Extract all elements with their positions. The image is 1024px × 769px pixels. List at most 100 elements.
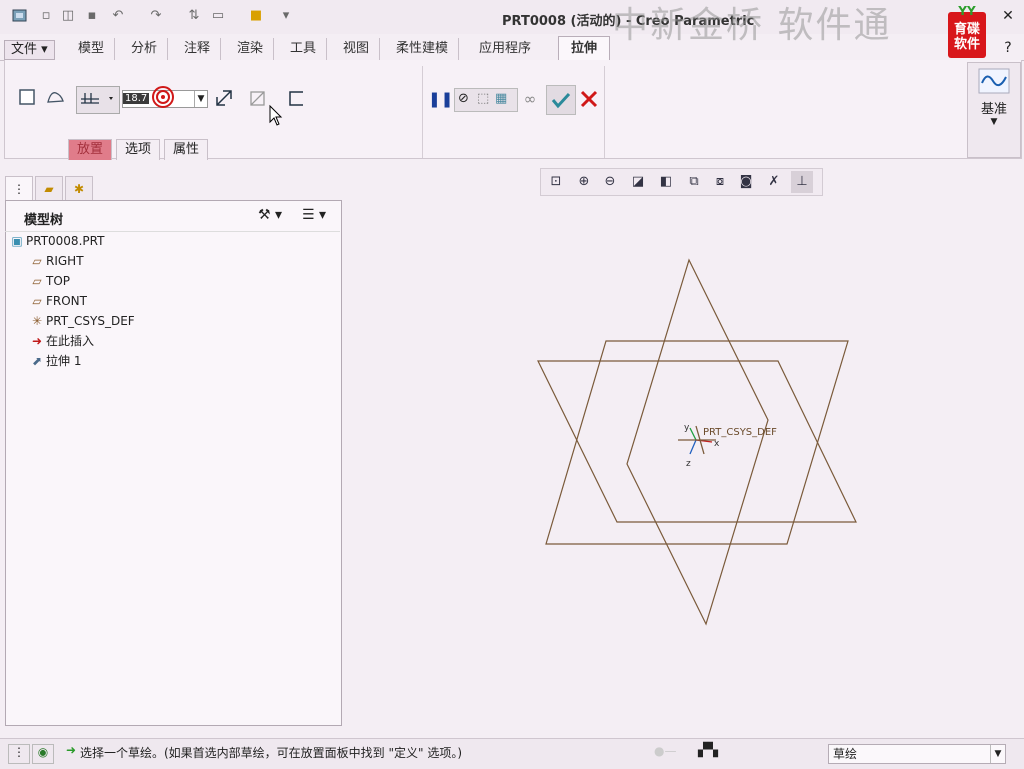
- tree-node-label: RIGHT: [46, 254, 84, 268]
- ribbon-separator: [422, 66, 423, 158]
- flip-direction-icon[interactable]: [212, 87, 236, 111]
- cancel-button[interactable]: [578, 88, 600, 113]
- thicken-sketch-icon[interactable]: [284, 87, 308, 111]
- depth-option-button[interactable]: [76, 86, 120, 114]
- navigator-tabs: ⋮ ▰ ✱: [5, 174, 95, 201]
- tab-annotate[interactable]: 注释: [174, 38, 222, 60]
- tree-settings-icon[interactable]: ⚒ ▾: [258, 207, 282, 223]
- graphics-area[interactable]: x y z: [341, 196, 1024, 736]
- model-tree-title: 模型树: [24, 213, 64, 228]
- mouse-cursor-icon: [268, 104, 284, 129]
- tab-view[interactable]: 视图: [333, 38, 381, 60]
- app-icon[interactable]: [12, 8, 28, 24]
- refit-icon[interactable]: ⊡: [545, 171, 567, 193]
- display-style-icon[interactable]: ◧: [655, 171, 677, 193]
- datum-plane-top[interactable]: [537, 360, 857, 523]
- tree-node-extrude[interactable]: ⬈ 拉伸 1: [28, 351, 81, 371]
- filter-dropdown-icon[interactable]: ▼: [990, 745, 1005, 763]
- ribbon-separator-2: [604, 66, 605, 158]
- tab-model[interactable]: 模型: [68, 38, 116, 60]
- new-icon[interactable]: ▫: [38, 8, 54, 24]
- datum-dropdown-icon[interactable]: ▼: [968, 117, 1020, 127]
- tree-node-label: 在此插入: [46, 334, 95, 348]
- zoom-out-icon[interactable]: ⊖: [599, 171, 621, 193]
- saved-orientations-icon[interactable]: ⧉: [683, 171, 705, 193]
- csys-axis-label-z: z: [686, 459, 691, 469]
- tree-node-insert-here[interactable]: ➜ 在此插入: [28, 331, 94, 351]
- no-preview-icon[interactable]: ⊘: [458, 91, 469, 106]
- message-arrow-icon: ➜: [66, 743, 77, 757]
- tree-node-part[interactable]: ▣ PRT0008.PRT: [8, 231, 104, 251]
- tab-applications[interactable]: 应用程序: [469, 38, 541, 60]
- customize-icon[interactable]: ▾: [278, 8, 294, 24]
- subtab-properties[interactable]: 属性: [164, 139, 209, 160]
- logo-line1: 育碟: [953, 22, 980, 37]
- selection-filter-dropdown[interactable]: 草绘 ▼: [828, 744, 1006, 764]
- tab-render[interactable]: 渲染: [227, 38, 275, 60]
- logo-top: YY: [958, 4, 976, 18]
- solid-extrude-icon[interactable]: [16, 87, 40, 111]
- tree-node-label: 拉伸 1: [46, 354, 82, 368]
- datum-button[interactable]: 基准 ▼: [967, 62, 1021, 158]
- tree-node-top[interactable]: ▱ TOP: [28, 271, 70, 291]
- depth-dropdown-icon[interactable]: ▼: [194, 91, 207, 107]
- insert-arrow-icon: ➜: [31, 334, 43, 348]
- undo-icon[interactable]: ↶: [110, 8, 126, 24]
- regenerate-icon[interactable]: ⇅: [186, 8, 202, 24]
- view-manager-icon[interactable]: ⧇: [709, 171, 731, 193]
- tree-node-right[interactable]: ▱ RIGHT: [28, 251, 84, 271]
- tree-node-csys[interactable]: ✳ PRT_CSYS_DEF: [28, 311, 135, 331]
- csys-axis-label-x: x: [714, 439, 720, 449]
- redo-icon[interactable]: ↷: [148, 8, 164, 24]
- spin-center-icon[interactable]: [793, 171, 815, 193]
- feature-preview-icon[interactable]: ▦: [495, 91, 507, 106]
- part-icon: ▣: [11, 234, 23, 248]
- datum-display-icon[interactable]: ✗: [763, 171, 785, 193]
- selection-filter-value: 草绘: [833, 747, 858, 761]
- tree-columns-icon[interactable]: ☰ ▾: [302, 207, 326, 223]
- zoom-in-icon[interactable]: ⊕: [573, 171, 595, 193]
- window-icon[interactable]: ▭: [210, 8, 226, 24]
- tree-node-front[interactable]: ▱ FRONT: [28, 291, 87, 311]
- csys-axis-label-y: y: [684, 423, 690, 433]
- pause-icon[interactable]: ❚❚: [428, 87, 453, 111]
- repaint-icon[interactable]: ◪: [627, 171, 649, 193]
- geometry-preview-icon[interactable]: ⬚: [477, 91, 489, 106]
- surface-extrude-icon[interactable]: [44, 87, 68, 111]
- datum-plane-right[interactable]: [626, 258, 769, 626]
- open-icon[interactable]: ◫: [60, 8, 76, 24]
- subtab-options[interactable]: 选项: [116, 139, 161, 160]
- favorites-tab-icon[interactable]: ✱: [65, 176, 93, 201]
- datum-label: 基准: [980, 102, 1007, 117]
- close-window-icon[interactable]: ✕: [1000, 8, 1016, 24]
- datum-plane-icon: ▱: [32, 294, 42, 308]
- tab-tools[interactable]: 工具: [280, 38, 328, 60]
- folder-browser-tab-icon[interactable]: ▰: [35, 176, 63, 201]
- csys-icon: ✳: [31, 314, 43, 328]
- folder-icon[interactable]: ■: [248, 8, 264, 24]
- tree-node-label: PRT0008.PRT: [26, 234, 105, 248]
- tab-analysis[interactable]: 分析: [121, 38, 169, 60]
- model-tree-tab-icon[interactable]: ⋮: [5, 176, 33, 201]
- confirm-button[interactable]: [546, 85, 576, 115]
- subtab-placement[interactable]: 放置: [68, 139, 113, 160]
- remove-material-icon[interactable]: [246, 87, 270, 111]
- extrude-feature-icon: ⬈: [31, 354, 43, 368]
- save-icon[interactable]: ▪: [84, 8, 100, 24]
- target-icon: [152, 86, 174, 111]
- tab-file[interactable]: 文件 ▾: [4, 40, 55, 60]
- depth-value: 18.7: [123, 93, 150, 104]
- datum-plane-icon: ▱: [32, 274, 42, 288]
- preview-group: ⊘ ⬚ ▦: [454, 88, 518, 112]
- show-navigator-icon[interactable]: ⋮: [8, 744, 30, 764]
- tab-extrude[interactable]: 拉伸: [558, 36, 611, 61]
- verify-preview-icon[interactable]: ∞: [518, 87, 542, 111]
- perspective-view-icon[interactable]: ◙: [735, 171, 757, 193]
- show-browser-icon[interactable]: ◉: [32, 744, 54, 764]
- csys-label: PRT_CSYS_DEF: [703, 427, 777, 438]
- datum-plane-front[interactable]: [545, 340, 849, 545]
- find-icon[interactable]: ▞▚: [698, 743, 718, 758]
- tab-flexible-modeling[interactable]: 柔性建模: [386, 38, 460, 60]
- tree-node-label: PRT_CSYS_DEF: [46, 314, 135, 328]
- tree-node-label: TOP: [46, 274, 71, 288]
